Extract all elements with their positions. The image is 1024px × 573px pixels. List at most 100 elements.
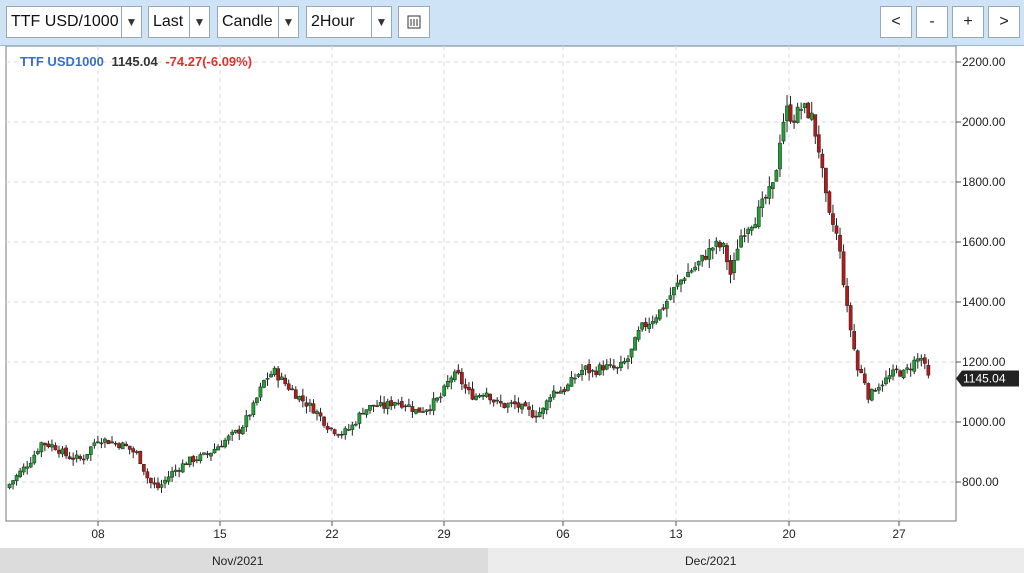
candle-up-body xyxy=(608,364,613,366)
candle-up-body xyxy=(258,386,263,398)
candle-up-body xyxy=(799,109,803,111)
chevron-down-icon[interactable]: ▼ xyxy=(371,7,391,37)
y-tick-label: 800.00 xyxy=(962,475,999,489)
candle-up-body xyxy=(604,364,609,370)
candle-down-body xyxy=(894,368,899,371)
candle-up-body xyxy=(541,407,546,414)
candle-up-body xyxy=(244,415,249,428)
candle-down-body xyxy=(502,402,507,408)
candle-down-body xyxy=(134,451,139,453)
y-tick-label: 1000.00 xyxy=(962,415,1006,429)
candle-down-body xyxy=(488,393,493,401)
candle-down-body xyxy=(725,245,729,263)
candle-down-body xyxy=(399,401,404,408)
candle-up-body xyxy=(640,322,644,330)
candle-up-body xyxy=(707,248,712,260)
candle-down-body xyxy=(332,429,337,435)
symbol-select[interactable]: TTF USD/1000 ▼ xyxy=(6,6,142,38)
candle-up-body xyxy=(251,402,256,415)
candle-up-body xyxy=(558,390,563,394)
candle-up-body xyxy=(378,402,383,406)
candle-down-body xyxy=(304,402,309,407)
candle-down-body xyxy=(325,425,330,430)
candle-down-body xyxy=(661,307,666,310)
candle-down-body xyxy=(513,401,517,405)
zoom-in-button[interactable]: + xyxy=(952,6,984,38)
candle-down-body xyxy=(53,445,58,451)
candle-down-body xyxy=(498,401,503,404)
candle-up-body xyxy=(583,365,588,370)
chart-type-select[interactable]: Candle ▼ xyxy=(217,6,299,38)
candle-down-body xyxy=(283,377,288,385)
candle-up-body xyxy=(505,403,510,408)
candle-down-body xyxy=(908,368,913,371)
candle-down-body xyxy=(339,433,344,436)
candle-up-body xyxy=(385,401,390,410)
candle-up-body xyxy=(915,358,920,362)
candle-up-body xyxy=(544,400,549,411)
header-last-price: 1145.04 xyxy=(111,54,158,69)
candle-up-body xyxy=(88,446,93,455)
candle-up-body xyxy=(442,385,447,396)
candle-down-body xyxy=(124,443,129,447)
scroll-right-button[interactable]: > xyxy=(988,6,1020,38)
candle-up-body xyxy=(880,384,885,387)
candle-down-body xyxy=(866,383,871,400)
zoom-out-button[interactable]: - xyxy=(916,6,948,38)
candle-up-body xyxy=(315,411,319,414)
x-tick-label: 29 xyxy=(437,527,451,541)
candle-down-body xyxy=(470,388,475,400)
candle-up-body xyxy=(778,142,782,170)
candle-down-body xyxy=(149,477,153,484)
candle-down-body xyxy=(131,448,136,453)
candle-down-body xyxy=(389,400,394,407)
candle-up-body xyxy=(566,384,570,391)
candle-up-body xyxy=(714,240,719,247)
candle-up-body xyxy=(166,476,171,482)
candle-up-body xyxy=(774,170,779,182)
chevron-down-icon[interactable]: ▼ xyxy=(278,7,298,37)
candle-down-body xyxy=(534,415,538,418)
y-tick-label: 1400.00 xyxy=(962,295,1006,309)
symbol-select-value: TTF USD/1000 xyxy=(11,13,119,30)
price-type-select[interactable]: Last ▼ xyxy=(148,6,210,38)
scroll-left-button[interactable]: < xyxy=(880,6,912,38)
candle-up-body xyxy=(265,378,270,380)
candle-up-body xyxy=(682,278,687,281)
candle-up-body xyxy=(452,371,457,380)
candle-up-body xyxy=(633,337,637,351)
candle-up-body xyxy=(223,439,227,448)
x-tick-label: 22 xyxy=(325,527,339,541)
chevron-down-icon[interactable]: ▼ xyxy=(121,7,141,37)
candle-down-body xyxy=(562,389,567,393)
candle-up-body xyxy=(573,377,577,380)
period-bar-dec: Dec/2021 xyxy=(488,548,1024,573)
price-chart[interactable]: 800.00 1000.00 1200.00 1400.00 1600.00 1800.0… xyxy=(0,46,1024,548)
candle-up-body xyxy=(735,248,740,261)
candle-up-body xyxy=(746,228,750,234)
candle-up-body xyxy=(269,373,273,378)
interval-select[interactable]: 2Hour ▼ xyxy=(306,6,392,38)
candle-up-body xyxy=(110,441,114,444)
candle-up-body xyxy=(626,358,630,362)
period-label-dec: Dec/2021 xyxy=(685,554,737,568)
candle-up-body xyxy=(901,369,906,378)
candle-down-body xyxy=(824,167,828,194)
indicators-button[interactable] xyxy=(398,6,430,38)
candle-up-body xyxy=(240,426,245,435)
candle-down-body xyxy=(594,370,599,376)
candle xyxy=(106,439,111,445)
candle-down-body xyxy=(834,225,839,234)
candle-up-body xyxy=(884,377,888,385)
candle-up-body xyxy=(60,448,65,455)
candle-up-body xyxy=(739,235,743,248)
candle-up-body xyxy=(354,423,358,426)
candle-up-body xyxy=(537,411,542,418)
candle-up-body xyxy=(654,317,659,323)
candle-down-body xyxy=(643,322,648,328)
chevron-down-icon[interactable]: ▼ xyxy=(189,7,209,37)
candle-down-body xyxy=(456,369,461,374)
candle xyxy=(869,388,874,402)
candle-up-body xyxy=(732,260,736,274)
candle-up-body xyxy=(368,404,372,411)
